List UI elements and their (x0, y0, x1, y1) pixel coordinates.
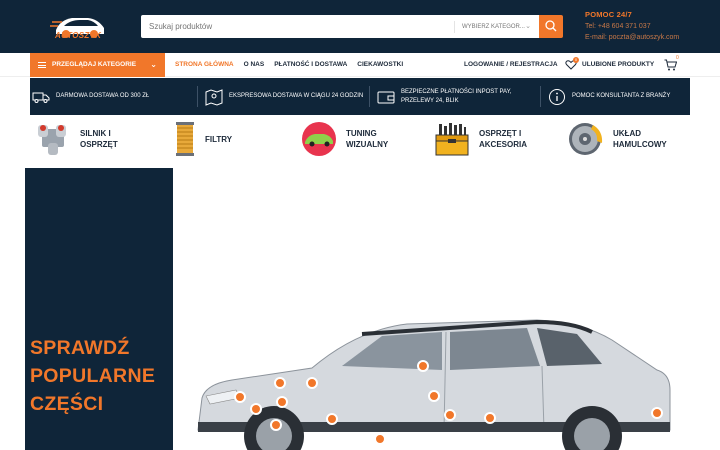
category-tuning[interactable]: TUNING WIZUALNY (300, 118, 416, 160)
nav-link-payment-delivery[interactable]: PŁATNOŚĆ I DOSTAWA (274, 53, 347, 77)
search-box[interactable]: WYBIERZ KATEGOR... ⌄ (141, 15, 539, 38)
feature-text: EKSPRESOWA DOSTAWA W CIĄGU 24 GODZIN (229, 93, 364, 99)
nav-links: STRONA GŁÓWNA O NAS PŁATNOŚĆ I DOSTAWA C… (175, 53, 403, 77)
category-label: FILTRY (205, 134, 233, 144)
top-header: AUTOSZYK WYBIERZ KATEGOR... ⌄ POMOC 24/7… (0, 0, 720, 53)
part-hotspot[interactable] (484, 412, 496, 424)
map-icon (205, 88, 223, 106)
menu-icon (38, 62, 46, 68)
help-email[interactable]: E-mail: poczta@autoszyk.com (585, 34, 705, 41)
feature-text: BEZPIECZNE PŁATNOŚCI INPOST PAY, PRZELEW… (401, 88, 512, 104)
cart-count-badge: 0 (676, 55, 679, 61)
part-hotspot[interactable] (234, 391, 246, 403)
search-icon (545, 20, 557, 32)
feature-express-delivery: EKSPRESOWA DOSTAWA W CIĄGU 24 GODZIN (197, 78, 370, 115)
part-hotspot[interactable] (306, 377, 318, 389)
chevron-down-icon: ⌄ (525, 23, 531, 30)
wishlist-link[interactable]: ULUBIONE PRODUKTY (582, 53, 654, 77)
part-hotspot[interactable] (428, 390, 440, 402)
part-hotspot[interactable] (417, 360, 429, 372)
nav-link-about[interactable]: O NAS (244, 53, 265, 77)
nav-link-home[interactable]: STRONA GŁÓWNA (175, 53, 234, 77)
part-hotspot[interactable] (250, 403, 262, 415)
chevron-down-icon: ⌄ (150, 60, 157, 69)
hero-title: SPRAWDŹ POPULARNE CZĘŚCI (30, 334, 170, 418)
part-hotspot[interactable] (270, 419, 282, 431)
engine-icon (38, 125, 66, 155)
main-nav: PRZEGLĄDAJ KATEGORIE ⌄ STRONA GŁÓWNA O N… (0, 53, 720, 77)
feature-consultant: POMOC KONSULTANTA Z BRANŻY (540, 78, 688, 115)
wishlist-count-badge: 0 (573, 57, 579, 63)
wallet-icon (377, 91, 395, 103)
browse-categories-button[interactable]: PRZEGLĄDAJ KATEGORIE ⌄ (30, 53, 165, 77)
part-hotspot[interactable] (326, 413, 338, 425)
part-hotspot[interactable] (374, 433, 386, 445)
search-input[interactable] (141, 15, 451, 38)
nav-link-blog[interactable]: CIEKAWOSTKI (357, 53, 403, 77)
feature-free-delivery: DARMOWA DOSTAWA OD 300 ZŁ (32, 78, 197, 115)
hero-car-image (197, 319, 671, 450)
divider (540, 86, 541, 107)
hero-title-line: SPRAWDŹ (30, 337, 130, 359)
category-shortcuts: SILNIK I OSPRZĘT FILTRY TUNING WIZUALNY (30, 118, 690, 160)
browse-categories-label: PRZEGLĄDAJ KATEGORIE (52, 61, 137, 68)
toolbox-icon (435, 123, 469, 156)
part-hotspot[interactable] (274, 377, 286, 389)
search-button[interactable] (539, 15, 563, 38)
divider (369, 86, 370, 107)
category-select[interactable]: WYBIERZ KATEGOR... ⌄ (454, 21, 534, 33)
part-hotspot[interactable] (651, 407, 663, 419)
hero-title-line: CZĘŚCI (30, 393, 104, 415)
car-tuning-icon (302, 122, 336, 156)
category-brakes[interactable]: UKŁAD HAMULCOWY (567, 118, 683, 160)
hero-title-line: POPULARNE (30, 365, 156, 387)
divider (197, 86, 198, 107)
feature-text: POMOC KONSULTANTA Z BRANŻY (572, 93, 671, 99)
feature-text: DARMOWA DOSTAWA OD 300 ZŁ (56, 93, 150, 99)
category-label: SILNIK I OSPRZĘT (80, 129, 118, 149)
brake-icon (569, 123, 603, 155)
category-label: TUNING WIZUALNY (346, 129, 389, 149)
feature-secure-payments: BEZPIECZNE PŁATNOŚCI INPOST PAY, PRZELEW… (369, 78, 542, 115)
category-accessories[interactable]: OSPRZĘT I AKCESORIA (433, 118, 549, 160)
part-hotspot[interactable] (276, 396, 288, 408)
filter-icon (176, 122, 194, 156)
category-label: UKŁAD HAMULCOWY (613, 129, 667, 149)
logo-text[interactable]: AUTOSZYK (55, 31, 101, 40)
help-title: POMOC 24/7 (585, 10, 633, 19)
category-label: OSPRZĘT I AKCESORIA (479, 129, 528, 149)
login-register-link[interactable]: LOGOWANIE / REJESTRACJA (464, 53, 558, 77)
category-select-label: WYBIERZ KATEGOR... (462, 24, 525, 30)
features-bar: DARMOWA DOSTAWA OD 300 ZŁ EKSPRESOWA DOS… (30, 78, 690, 115)
truck-icon (32, 92, 50, 103)
info-icon (549, 88, 565, 105)
category-engine[interactable]: SILNIK I OSPRZĘT (34, 118, 150, 160)
help-phone[interactable]: Tel: +48 604 371 037 (585, 23, 705, 30)
category-filters[interactable]: FILTRY (173, 118, 232, 160)
part-hotspot[interactable] (444, 409, 456, 421)
help-contact: POMOC 24/7 Tel: +48 604 371 037 E-mail: … (585, 10, 705, 41)
